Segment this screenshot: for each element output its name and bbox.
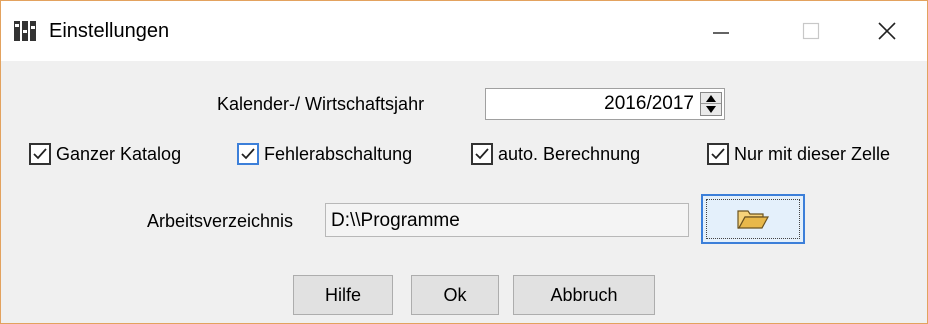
checkbox[interactable]	[29, 143, 51, 165]
year-value[interactable]: 2016/2017	[604, 93, 694, 115]
checkbox[interactable]	[471, 143, 493, 165]
cancel-button-label: Abbruch	[550, 284, 618, 305]
option-auto-berechnung[interactable]: auto. Berechnung	[471, 140, 640, 168]
year-spinner[interactable]: 2016/2017	[485, 88, 725, 120]
year-spin-buttons	[700, 92, 722, 116]
option-fehlerabschaltung[interactable]: Fehlerabschaltung	[237, 140, 412, 168]
maximize-icon	[802, 22, 820, 40]
title-bar: Einstellungen	[1, 1, 927, 61]
spin-up-button[interactable]	[701, 93, 721, 104]
checkbox[interactable]	[707, 143, 729, 165]
checkbox-label: Ganzer Katalog	[56, 144, 182, 164]
workdir-label: Arbeitsverzeichnis	[147, 211, 294, 231]
checkbox[interactable]	[237, 143, 259, 165]
close-icon	[878, 22, 896, 40]
checkbox-label: Fehlerabschaltung	[264, 144, 413, 164]
triangle-down-icon	[706, 106, 716, 113]
close-button[interactable]	[857, 1, 917, 61]
checkmark-icon	[475, 148, 489, 160]
checkmark-icon	[241, 148, 255, 160]
checkmark-icon	[33, 148, 47, 160]
maximize-button[interactable]	[781, 1, 841, 61]
cancel-button[interactable]: Abbruch	[513, 275, 655, 315]
option-ganzer-katalog[interactable]: Ganzer Katalog	[29, 140, 181, 168]
browse-folder-button[interactable]	[701, 194, 805, 244]
window-title: Einstellungen	[49, 20, 170, 42]
workdir-input[interactable]: D:\\Programme	[325, 203, 689, 237]
minimize-icon	[713, 32, 729, 34]
spin-down-button[interactable]	[701, 104, 721, 115]
checkbox-label: auto. Berechnung	[498, 144, 641, 164]
year-label: Kalender-/ Wirtschaftsjahr	[217, 94, 425, 114]
settings-dialog: Einstellungen Kalender-/ Wirtschaftsjahr…	[0, 0, 928, 324]
open-folder-icon	[737, 210, 769, 229]
checkbox-label: Nur mit dieser Zelle	[734, 144, 891, 164]
ok-button[interactable]: Ok	[411, 275, 499, 315]
option-nur-mit-dieser-zelle[interactable]: Nur mit dieser Zelle	[707, 140, 890, 168]
ok-button-label: Ok	[443, 284, 467, 305]
app-icon	[13, 20, 37, 42]
help-button[interactable]: Hilfe	[293, 275, 393, 315]
workdir-value[interactable]: D:\\Programme	[331, 210, 460, 232]
help-button-label: Hilfe	[324, 284, 361, 305]
minimize-button[interactable]	[691, 1, 751, 61]
checkmark-icon	[711, 148, 725, 160]
triangle-up-icon	[706, 94, 716, 102]
